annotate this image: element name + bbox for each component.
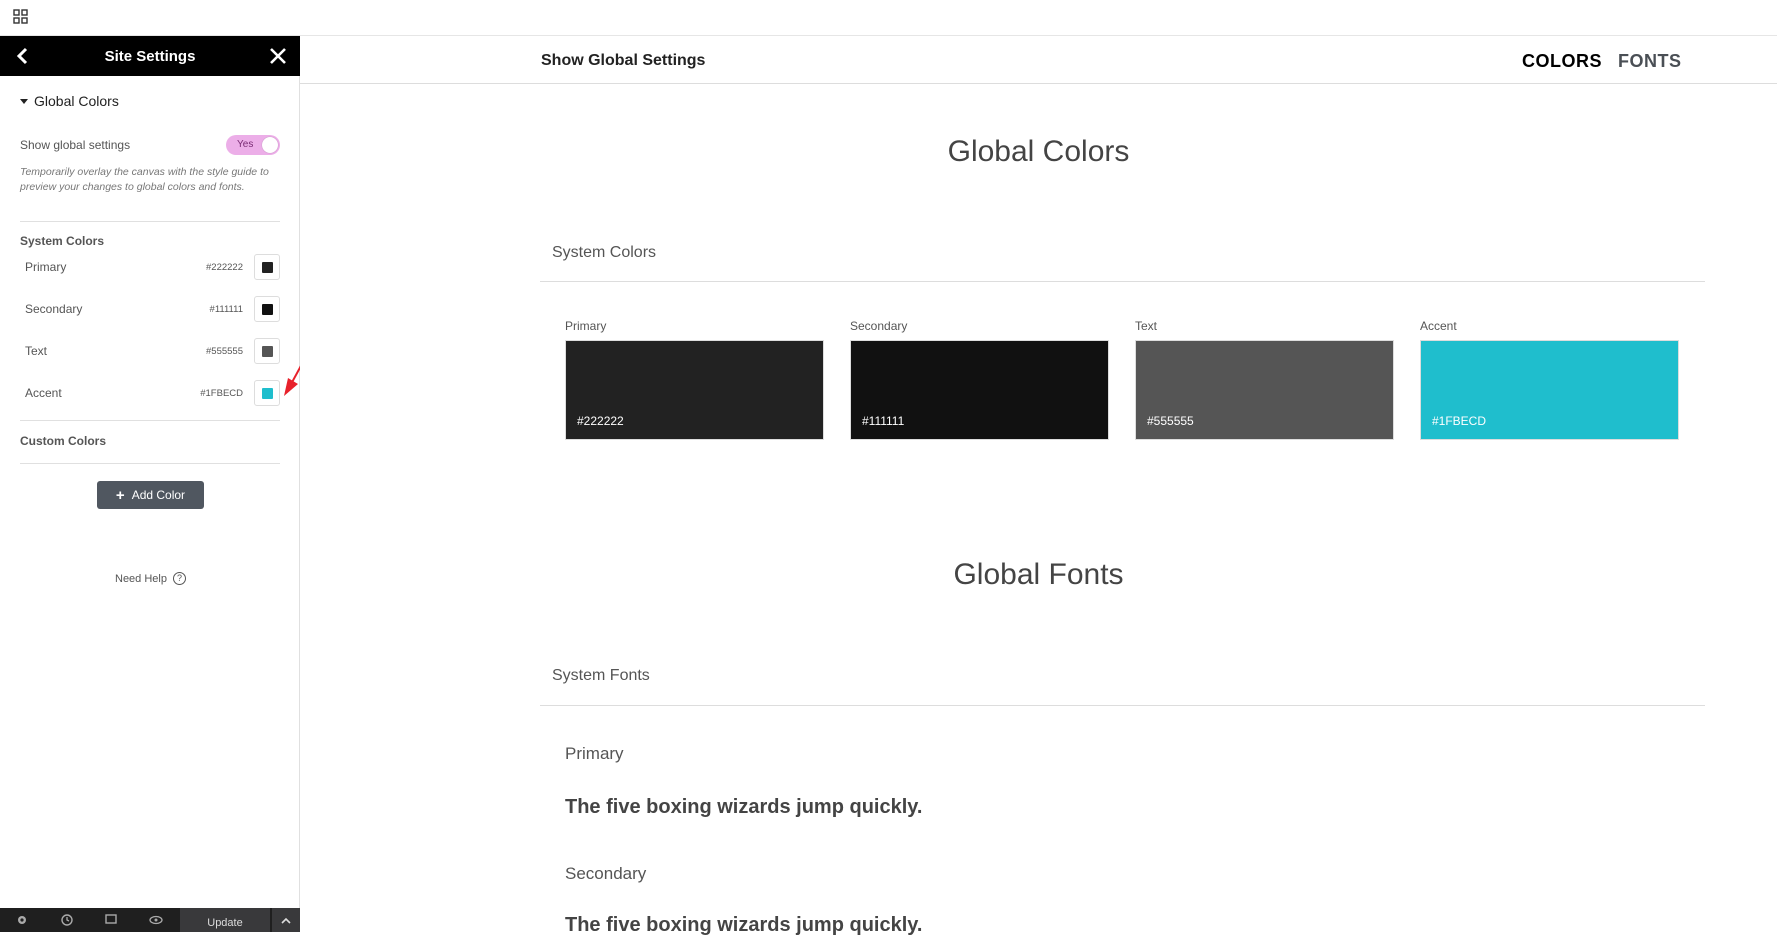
responsive-icon[interactable] xyxy=(104,913,118,927)
history-icon[interactable] xyxy=(60,913,74,927)
custom-colors-title: Custom Colors xyxy=(20,434,107,448)
color-card-swatch: #222222 xyxy=(565,340,824,440)
color-card-label: Primary xyxy=(565,319,607,333)
color-name: Text xyxy=(25,344,48,358)
color-name: Secondary xyxy=(25,302,83,316)
color-hex: #555555 xyxy=(206,346,243,357)
color-swatch xyxy=(262,346,273,357)
chevron-up-icon xyxy=(281,917,291,924)
system-fonts-heading: System Fonts xyxy=(552,667,650,684)
divider xyxy=(20,420,280,421)
eye-icon[interactable] xyxy=(149,913,163,927)
color-picker-button[interactable] xyxy=(254,254,280,280)
color-card-label: Secondary xyxy=(850,319,908,333)
section-title: Global Colors xyxy=(34,93,119,109)
color-card-label: Accent xyxy=(1420,319,1457,333)
color-name: Accent xyxy=(25,386,62,400)
grid-icon[interactable] xyxy=(13,9,29,25)
update-button[interactable]: Update xyxy=(180,908,270,932)
divider xyxy=(20,221,280,222)
color-card-swatch: #111111 xyxy=(850,340,1109,440)
need-help-link[interactable]: Need Help ? xyxy=(115,572,186,585)
color-card-hex: #555555 xyxy=(1147,414,1194,428)
color-card-secondary: Secondary #111111 xyxy=(850,319,1110,440)
color-swatch xyxy=(262,388,273,399)
show-global-settings-label: Show global settings xyxy=(20,138,131,152)
panel-header: Site Settings xyxy=(0,36,300,76)
color-card-swatch: #1FBECD xyxy=(1420,340,1679,440)
caret-down-icon xyxy=(20,98,28,104)
color-card-hex: #1FBECD xyxy=(1432,414,1487,428)
site-settings-panel: Site Settings Global Colors Show global … xyxy=(0,36,300,932)
color-picker-button[interactable] xyxy=(254,380,280,406)
toggle-yes-label: Yes xyxy=(237,139,254,150)
need-help-label: Need Help xyxy=(115,572,167,585)
color-row-secondary: Secondary #111111 xyxy=(25,296,280,322)
style-guide-header: Show Global Settings COLORS FONTS xyxy=(300,36,1777,84)
divider xyxy=(540,281,1705,282)
style-guide-title: Show Global Settings xyxy=(541,52,706,69)
color-card-primary: Primary #222222 xyxy=(565,319,825,440)
color-name: Primary xyxy=(25,260,67,274)
color-row-text: Text #555555 xyxy=(25,338,280,364)
font-sample-secondary: The five boxing wizards jump quickly. xyxy=(565,914,923,936)
top-strip xyxy=(0,0,1777,36)
color-card-hex: #111111 xyxy=(862,414,905,428)
question-circle-icon: ? xyxy=(172,572,186,585)
color-card-label: Text xyxy=(1135,319,1158,333)
color-card-hex: #222222 xyxy=(577,414,624,428)
color-hex: #222222 xyxy=(206,262,243,273)
color-picker-button[interactable] xyxy=(254,338,280,364)
show-global-settings-toggle[interactable]: Yes xyxy=(226,135,280,155)
panel-title: Site Settings xyxy=(104,48,196,65)
tab-colors[interactable]: COLORS xyxy=(1522,51,1602,72)
add-color-label: Add Color xyxy=(131,488,186,502)
color-card-text: Text #555555 xyxy=(1135,319,1395,440)
global-colors-heading: Global Colors xyxy=(947,135,1130,168)
overlay-note: Temporarily overlay the canvas with the … xyxy=(20,166,269,193)
font-label-primary: Primary xyxy=(565,744,624,763)
color-card-swatch: #555555 xyxy=(1135,340,1394,440)
tab-fonts[interactable]: FONTS xyxy=(1618,51,1682,72)
color-hex: #1FBECD xyxy=(200,388,243,399)
settings-icon[interactable] xyxy=(15,913,29,927)
global-fonts-heading: Global Fonts xyxy=(953,558,1124,591)
system-colors-heading: System Colors xyxy=(552,244,657,261)
color-swatch xyxy=(262,262,273,273)
toggle-knob xyxy=(262,137,278,153)
color-row-primary: Primary #222222 xyxy=(25,254,280,280)
show-global-settings-row: Show global settings Yes xyxy=(20,135,280,157)
panel-footer: Update xyxy=(0,908,300,932)
divider xyxy=(540,705,1705,706)
system-colors-title: System Colors xyxy=(20,234,105,248)
plus-icon: + xyxy=(115,486,125,504)
font-sample-primary: The five boxing wizards jump quickly. xyxy=(565,796,923,818)
close-icon[interactable] xyxy=(268,46,288,66)
divider xyxy=(20,463,280,464)
canvas-preview: Show Global Settings COLORS FONTS Global… xyxy=(300,36,1777,936)
color-swatch xyxy=(262,304,273,315)
color-picker-button[interactable] xyxy=(254,296,280,322)
add-color-button[interactable]: + Add Color xyxy=(97,481,204,509)
color-hex: #111111 xyxy=(209,304,243,315)
color-card-accent: Accent #1FBECD xyxy=(1420,319,1680,440)
update-options-button[interactable] xyxy=(272,908,300,932)
color-row-accent: Accent #1FBECD xyxy=(25,380,280,406)
font-label-secondary: Secondary xyxy=(565,864,647,883)
global-colors-section-toggle[interactable]: Global Colors xyxy=(20,93,119,109)
